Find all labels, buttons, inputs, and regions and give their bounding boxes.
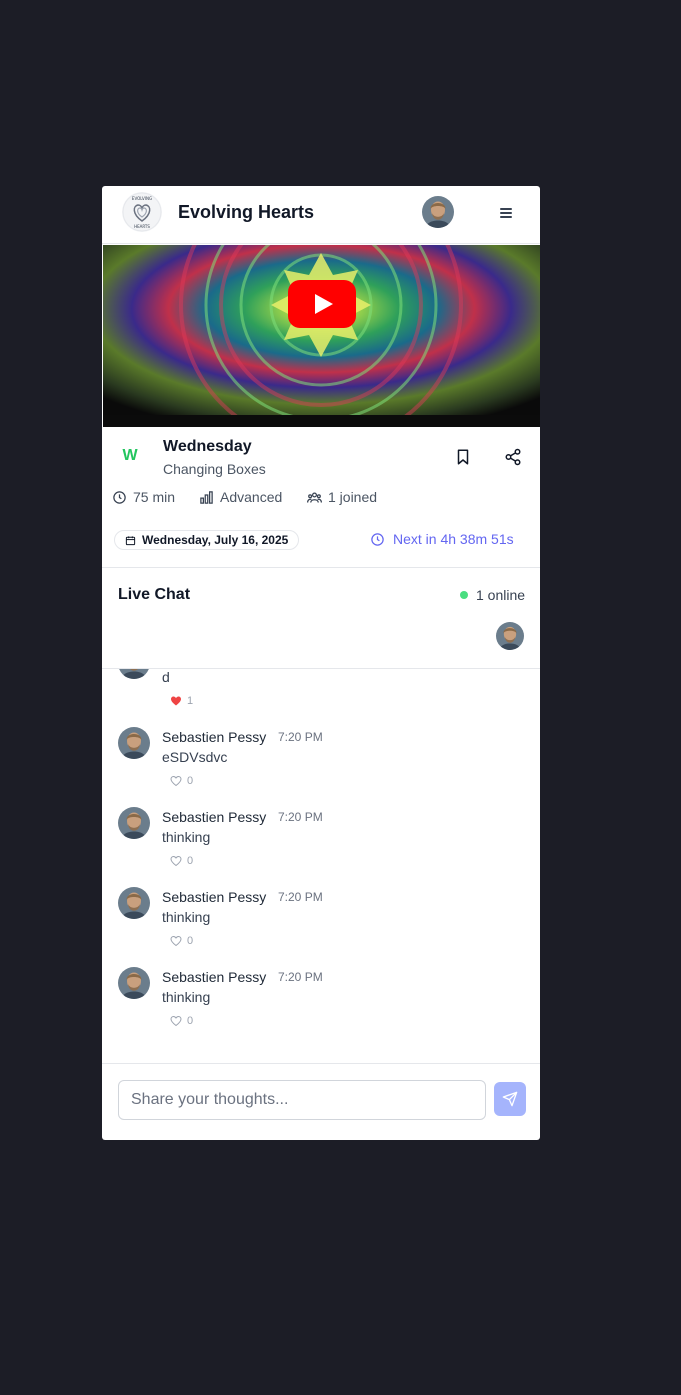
clock-icon (371, 532, 384, 546)
message-time: 7:20 PM (278, 730, 323, 744)
bookmark-icon[interactable] (454, 448, 472, 466)
like-count: 1 (187, 695, 194, 707)
app-header: EVOLVING HEARTS Evolving Hearts (102, 186, 540, 244)
class-name: Changing Boxes (163, 461, 266, 477)
send-icon (502, 1091, 518, 1107)
heart-outline-icon (170, 1015, 182, 1027)
clock-icon (113, 490, 126, 504)
participants: 1 joined (307, 489, 377, 505)
evolving-hearts-logo[interactable]: EVOLVING HEARTS (122, 192, 162, 232)
chat-message: Sebastien Pessy 7:20 PM thinking 0 (102, 807, 540, 887)
class-letter-badge: W (122, 447, 138, 464)
date-badge: Wednesday, July 16, 2025 (114, 530, 300, 550)
youtube-play-icon[interactable] (288, 280, 356, 328)
heart-outline-icon (170, 855, 182, 867)
message-author: Sebastien Pessy (162, 809, 267, 825)
chat-message: d 1 (102, 669, 540, 727)
message-text: thinking (162, 829, 211, 845)
online-count: 1 online (476, 587, 526, 603)
chat-messages[interactable]: d 1 Sebastien Pessy 7:20 PM eSDVsdvc 0 S… (102, 669, 540, 1063)
divider (102, 567, 540, 568)
online-dot-icon (460, 591, 468, 599)
next-session-countdown: Next in 4h 38m 51s (370, 531, 514, 547)
like-button[interactable]: 0 (170, 1015, 193, 1027)
calendar-icon (125, 535, 136, 545)
chat-message-input[interactable] (118, 1080, 486, 1120)
level-bars-icon (200, 490, 213, 504)
user-avatar[interactable] (422, 196, 454, 228)
share-icon[interactable] (504, 448, 522, 466)
like-count: 0 (187, 775, 194, 787)
heart-filled-icon (171, 696, 181, 706)
class-day: Wednesday (163, 438, 252, 455)
message-time: 7:20 PM (278, 890, 323, 904)
class-panel: EVOLVING HEARTS Evolving Hearts W Wednes… (102, 186, 540, 1140)
message-avatar[interactable] (118, 727, 150, 759)
online-user-avatar[interactable] (496, 622, 524, 650)
like-button[interactable]: 1 (170, 695, 193, 707)
message-text: d (162, 669, 170, 685)
message-time: 7:20 PM (278, 970, 323, 984)
like-count: 0 (187, 855, 194, 867)
message-avatar[interactable] (118, 887, 150, 919)
level-text: Advanced (220, 489, 283, 505)
message-text: thinking (162, 989, 211, 1005)
divider (102, 1063, 540, 1064)
hamburger-menu-icon[interactable] (496, 203, 516, 223)
send-button[interactable] (494, 1082, 526, 1116)
duration-text: 75 min (133, 489, 176, 505)
svg-text:HEARTS: HEARTS (134, 224, 150, 229)
heart-outline-icon (170, 935, 182, 947)
chat-title: Live Chat (118, 586, 191, 603)
level: Advanced (199, 489, 282, 505)
svg-text:EVOLVING: EVOLVING (132, 196, 152, 201)
chat-message: Sebastien Pessy 7:20 PM eSDVsdvc 0 (102, 727, 540, 807)
app-title: Evolving Hearts (178, 202, 315, 222)
chat-message: Sebastien Pessy 7:20 PM thinking 0 (102, 887, 540, 967)
video-player[interactable] (103, 245, 540, 427)
next-session-text: Next in 4h 38m 51s (393, 531, 514, 547)
message-avatar[interactable] (118, 967, 150, 999)
message-author: Sebastien Pessy (162, 889, 267, 905)
duration: 75 min (112, 489, 175, 505)
joined-text: 1 joined (328, 489, 378, 505)
chat-message: Sebastien Pessy 7:20 PM thinking 0 (102, 967, 540, 1047)
online-indicator: 1 online (460, 587, 525, 603)
heart-outline-icon (170, 775, 182, 787)
like-button[interactable]: 0 (170, 855, 193, 867)
date-text: Wednesday, July 16, 2025 (142, 533, 289, 547)
message-author: Sebastien Pessy (162, 729, 267, 745)
like-count: 0 (187, 935, 194, 947)
message-avatar[interactable] (118, 669, 150, 679)
like-count: 0 (187, 1015, 194, 1027)
like-button[interactable]: 0 (170, 775, 193, 787)
like-button[interactable]: 0 (170, 935, 193, 947)
message-avatar[interactable] (118, 807, 150, 839)
message-author: Sebastien Pessy (162, 969, 267, 985)
message-time: 7:20 PM (278, 810, 323, 824)
message-text: eSDVsdvc (162, 749, 228, 765)
users-icon (307, 492, 322, 503)
message-text: thinking (162, 909, 211, 925)
